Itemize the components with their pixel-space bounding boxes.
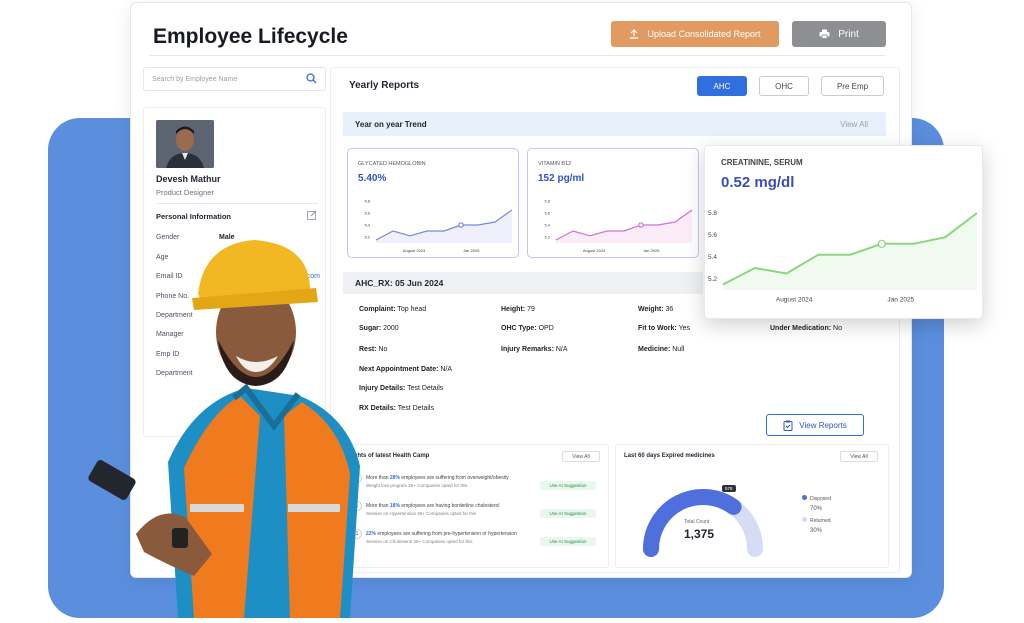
card-value: 5.40% xyxy=(358,173,387,184)
reports-title: Yearly Reports xyxy=(349,80,420,91)
card-title: VITAMIN B12 xyxy=(538,161,572,167)
rx-height: Height: 79 xyxy=(501,306,535,313)
x-tick-label: Jan 2025 xyxy=(887,297,914,304)
employee-name: Devesh Mathur xyxy=(156,174,221,184)
trend-point xyxy=(458,222,464,228)
y-tick-label: 5.6 xyxy=(364,210,370,215)
edit-icon[interactable] xyxy=(307,210,317,220)
gauge-tooltip: 578 xyxy=(722,485,736,492)
x-tick-label: August 2024 xyxy=(403,248,426,253)
rx-fit-to-work: Fit to Work: Yes xyxy=(638,325,691,332)
y-tick-label: 5.8 xyxy=(364,198,370,203)
legend-disposed: Disposed 70% xyxy=(802,495,831,512)
upload-report-button[interactable]: Upload Consolidated Report xyxy=(611,21,779,47)
clipboard-icon xyxy=(783,420,793,431)
x-tick-label: August 2024 xyxy=(776,297,813,304)
rx-next-appointment: Next Appointment Date: N/A xyxy=(359,366,453,373)
view-reports-label: View Reports xyxy=(799,420,847,430)
card-value: 0.52 mg/dl xyxy=(721,174,795,191)
divider xyxy=(156,203,318,204)
y-tick-label: 5.4 xyxy=(364,222,370,227)
trend-header: Year on year Trend View All xyxy=(343,112,886,136)
employee-role: Product Designer xyxy=(156,188,214,197)
trend-chart: 5.8 5.6 5.4 5.2 August 2024 Jan 2025 xyxy=(708,210,978,304)
divider xyxy=(149,55,885,56)
gauge-chart xyxy=(643,489,763,557)
expired-view-all-button[interactable]: View All xyxy=(840,451,878,462)
rx-injury-remarks: Injury Remarks: N/A xyxy=(501,346,568,353)
ai-suggestion-button[interactable]: Use AI Suggestion xyxy=(540,481,596,490)
x-tick-label: Jan 2025 xyxy=(643,248,660,253)
gauge-center-label: Total Count xyxy=(684,519,710,525)
rx-complaint: Complaint: Top head xyxy=(359,306,427,313)
rx-under-medication: Under Medication: No xyxy=(770,325,842,332)
reports-panel: Yearly Reports AHC OHC Pre Emp Year on y… xyxy=(330,67,900,573)
print-label: Print xyxy=(838,28,859,40)
card-title: GLYCATED HEMOGLOBIN xyxy=(358,161,426,167)
insight-item: 1More than 28% employees are suffering f… xyxy=(352,473,509,488)
tab-ohc[interactable]: OHC xyxy=(759,76,809,96)
y-tick-label: 5.4 xyxy=(708,254,717,261)
rx-medicine: Medicine: Null xyxy=(638,346,685,353)
search-icon[interactable] xyxy=(306,73,317,84)
y-tick-label: 5.4 xyxy=(544,222,550,227)
insights-view-all-button[interactable]: View All xyxy=(562,451,600,462)
search-input[interactable]: Search by Employee Name xyxy=(143,67,326,91)
avatar xyxy=(156,120,214,168)
print-button[interactable]: Print xyxy=(792,21,886,47)
view-all-link[interactable]: View All xyxy=(840,120,868,129)
ai-suggestion-button[interactable]: Use AI Suggestion xyxy=(540,537,596,546)
trend-chart: 5.8 5.6 5.4 5.2 August 2024 Jan 2025 xyxy=(544,198,693,253)
insight-item: 1 22% employees are suffering from pre-hy… xyxy=(352,529,517,544)
card-title: CREATININE, SERUM xyxy=(721,158,803,167)
card-value: 152 pg/ml xyxy=(538,173,585,184)
trend-card-b12[interactable]: VITAMIN B12 152 pg/ml 5.8 5.6 5.4 5.2 August… xyxy=(527,148,699,258)
y-tick-label: 5.8 xyxy=(544,198,550,203)
rx-weight: Weight: 36 xyxy=(638,306,674,313)
y-tick-label: 5.2 xyxy=(544,234,550,239)
x-tick-label: Jan 2025 xyxy=(463,248,480,253)
trend-card-hba1c[interactable]: GLYCATED HEMOGLOBIN 5.40% 5.8 5.6 5.4 5.2 Au… xyxy=(347,148,519,258)
trend-point xyxy=(877,239,886,248)
rx-details: RX Details: Test Details xyxy=(359,405,434,412)
search-placeholder: Search by Employee Name xyxy=(152,76,238,83)
expired-medicines-panel: Last 60 days Expired medicines View All … xyxy=(615,444,889,568)
trend-chart: 5.85.65.45.2August 2024 Jan 2025 xyxy=(364,198,513,253)
page-title: Employee Lifecycle xyxy=(153,25,348,48)
health-camp-insights: ights of latest Health Camp View All 1Mo… xyxy=(343,444,609,568)
y-tick-label: 5.6 xyxy=(544,210,550,215)
upload-icon xyxy=(630,29,639,39)
trend-card-creatinine[interactable]: CREATININE, SERUM 0.52 mg/dl 5.8 5.6 5.4 5.… xyxy=(704,145,983,319)
stage: Employee Lifecycle Upload Consolidated R… xyxy=(0,0,1024,623)
trend-area xyxy=(556,210,692,243)
ai-suggestion-button[interactable]: Use AI Suggestion xyxy=(540,509,596,518)
rx-title: AHC_RX: 05 Jun 2024 xyxy=(343,272,703,294)
y-tick-label: 5.6 xyxy=(708,232,717,239)
printer-icon xyxy=(819,29,830,39)
personal-info-title: Personal Information xyxy=(156,212,232,221)
y-tick-label: 5.2 xyxy=(708,276,717,283)
tab-pre-emp[interactable]: Pre Emp xyxy=(821,76,884,96)
view-reports-button[interactable]: View Reports xyxy=(766,414,864,436)
tab-ahc[interactable]: AHC xyxy=(697,76,747,96)
upload-label: Upload Consolidated Report xyxy=(647,29,761,39)
trend-area xyxy=(723,213,977,290)
expired-title: Last 60 days Expired medicines xyxy=(624,453,715,459)
insight-item: 1More than 18% employees are having bord… xyxy=(352,501,499,516)
gauge-total: 1,375 xyxy=(684,527,715,541)
legend-returned: Returned 30% xyxy=(802,517,831,534)
trend-point xyxy=(638,222,644,228)
rx-ohc-type: OHC Type: OPD xyxy=(501,325,554,332)
y-tick-label: 5.8 xyxy=(708,210,717,217)
trend-area xyxy=(376,210,512,243)
x-tick-label: August 2024 xyxy=(583,248,606,253)
trend-title: Year on year Trend xyxy=(355,120,427,129)
worker-photo xyxy=(88,240,360,618)
rx-injury-details: Injury Details: Test Details xyxy=(359,385,444,392)
